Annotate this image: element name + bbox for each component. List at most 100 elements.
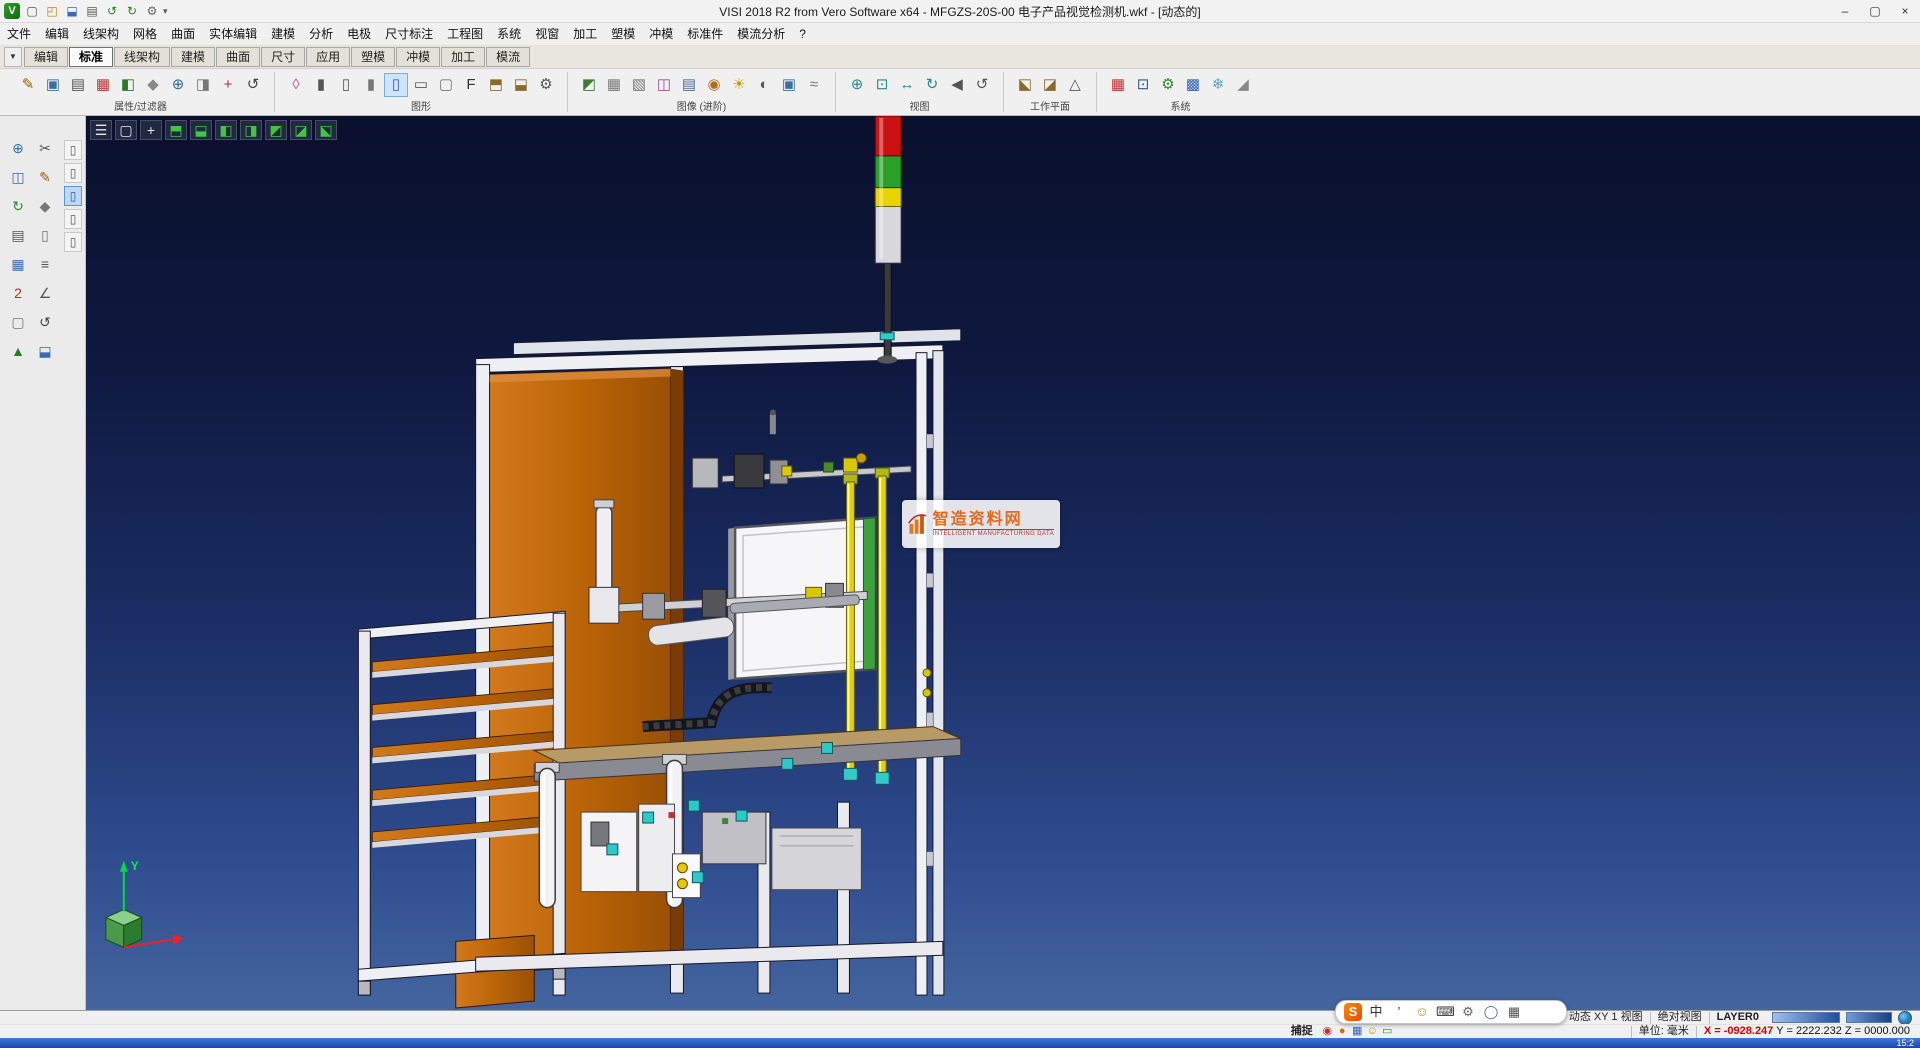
texture-icon[interactable]: ▤: [677, 73, 701, 97]
number-2-icon[interactable]: 2: [6, 281, 30, 305]
text-icon[interactable]: F: [459, 73, 483, 97]
matrix-icon[interactable]: ▩: [1181, 73, 1205, 97]
palette-grid-icon[interactable]: ▦: [1106, 73, 1130, 97]
arc-icon[interactable]: ▮: [359, 73, 383, 97]
snap-icon[interactable]: ◆: [33, 194, 57, 218]
ribbon-tab[interactable]: 编辑: [24, 47, 68, 67]
quick-select-icon[interactable]: ⊕: [166, 73, 190, 97]
mask-icon[interactable]: ◨: [191, 73, 215, 97]
view-cube-left-icon[interactable]: ◧: [215, 120, 237, 140]
close-button[interactable]: ×: [1890, 1, 1920, 22]
menu-item[interactable]: 塑模: [604, 23, 642, 45]
ime-lang-icon[interactable]: 中: [1367, 1003, 1385, 1021]
menu-item[interactable]: 文件: [0, 23, 38, 45]
menu-item[interactable]: 冲模: [642, 23, 680, 45]
ribbon-tab[interactable]: 标准: [69, 47, 113, 67]
grid-icon[interactable]: ▦: [6, 252, 30, 276]
open-file-icon[interactable]: ◰: [43, 2, 61, 20]
paint-icon[interactable]: +: [216, 73, 240, 97]
hidden-line-icon[interactable]: ▧: [627, 73, 651, 97]
menu-item[interactable]: 工程图: [440, 23, 490, 45]
ribbon-tab[interactable]: 加工: [441, 47, 485, 67]
redo-icon[interactable]: ↻: [123, 2, 141, 20]
print-icon[interactable]: ▤: [83, 2, 101, 20]
magnet-snap-icon[interactable]: ◆: [141, 73, 165, 97]
view-cube-iso1-icon[interactable]: ◩: [265, 120, 287, 140]
menu-item[interactable]: 网格: [126, 23, 164, 45]
measure-toggle-icon[interactable]: ▭: [1380, 1025, 1395, 1038]
menu-item[interactable]: 线架构: [76, 23, 126, 45]
chart-icon[interactable]: ▲: [6, 339, 30, 363]
menu-item[interactable]: 尺寸标注: [378, 23, 440, 45]
ribbon-tab[interactable]: 曲面: [216, 47, 260, 67]
menu-item[interactable]: ?: [792, 23, 813, 45]
clipboard-icon[interactable]: ▯: [64, 186, 82, 206]
rotate-view-icon[interactable]: ↻: [920, 73, 944, 97]
menu-item[interactable]: 实体编辑: [202, 23, 264, 45]
absolute-view-button[interactable]: 绝对视图: [1650, 1012, 1709, 1024]
ime-keyboard-icon[interactable]: ⌨: [1436, 1003, 1454, 1021]
snapshot-icon[interactable]: ▣: [777, 73, 801, 97]
snap-label[interactable]: 捕捉: [1284, 1026, 1320, 1038]
light-icon[interactable]: ☀: [727, 73, 751, 97]
zoom-icon[interactable]: ⊕: [6, 136, 30, 160]
element-filter-icon[interactable]: ◧: [116, 73, 140, 97]
draft-icon[interactable]: ◢: [1231, 73, 1255, 97]
undo-icon[interactable]: ↺: [33, 310, 57, 334]
box-icon[interactable]: ▢: [6, 310, 30, 334]
undo-icon[interactable]: ↺: [103, 2, 121, 20]
ribbon-tab[interactable]: 尺寸: [261, 47, 305, 67]
solid-cylinder-icon[interactable]: ⬓: [509, 73, 533, 97]
shade-icon[interactable]: ◩: [577, 73, 601, 97]
circle-icon[interactable]: ▯: [384, 73, 408, 97]
maximize-button[interactable]: ▢: [1860, 1, 1890, 22]
quickbar-dropdown-icon[interactable]: ▾: [163, 6, 168, 17]
ime-punct-icon[interactable]: ’: [1390, 1003, 1408, 1021]
view-cube-iso3-icon[interactable]: ⬕: [315, 120, 337, 140]
list-icon[interactable]: ≡: [33, 252, 57, 276]
view-axes-icon[interactable]: +: [140, 120, 162, 140]
highlight-color-bar[interactable]: [1846, 1012, 1892, 1023]
ribbon-tab[interactable]: 塑模: [351, 47, 395, 67]
ribbon-tab[interactable]: 建模: [171, 47, 215, 67]
menu-item[interactable]: 系统: [490, 23, 528, 45]
angle-icon[interactable]: ∠: [33, 281, 57, 305]
edit-icon[interactable]: ✎: [33, 165, 57, 189]
ime-tools-icon[interactable]: ⚙: [1459, 1003, 1477, 1021]
globe-icon[interactable]: [1898, 1011, 1912, 1025]
layers-icon[interactable]: ▤: [6, 223, 30, 247]
profile-icon[interactable]: ▢: [434, 73, 458, 97]
profile-toggle-icon[interactable]: ☺: [1365, 1025, 1380, 1038]
minimize-button[interactable]: –: [1830, 1, 1860, 22]
save-icon[interactable]: ⬓: [33, 339, 57, 363]
gear-icon[interactable]: ⚙: [534, 73, 558, 97]
ribbon-tab[interactable]: 应用: [306, 47, 350, 67]
ime-skin-icon[interactable]: ◯: [1482, 1003, 1500, 1021]
taskbar[interactable]: 15:2: [0, 1038, 1920, 1048]
wireframe-icon[interactable]: ▦: [602, 73, 626, 97]
tab-dropdown-icon[interactable]: ▼: [4, 47, 22, 67]
clipboard-icon[interactable]: ▯: [64, 232, 82, 252]
new-file-icon[interactable]: ▢: [23, 2, 41, 20]
point-icon[interactable]: ▮: [309, 73, 333, 97]
sheet-icon[interactable]: ▯: [33, 223, 57, 247]
menu-item[interactable]: 曲面: [164, 23, 202, 45]
solid-box-icon[interactable]: ⬒: [484, 73, 508, 97]
view-cube-top-icon[interactable]: ⬒: [165, 120, 187, 140]
ime-grid-icon[interactable]: ▦: [1505, 1003, 1523, 1021]
shadow-icon[interactable]: ◐: [752, 73, 776, 97]
view-plane-icon[interactable]: ▢: [115, 120, 137, 140]
color-filter-icon[interactable]: ▦: [91, 73, 115, 97]
zoom-window-icon[interactable]: ⊡: [870, 73, 894, 97]
line-icon[interactable]: ▯: [334, 73, 358, 97]
view-cube-front-icon[interactable]: ⬓: [190, 120, 212, 140]
render-toggle-icon[interactable]: ●: [1335, 1025, 1350, 1038]
view-cube-right-icon[interactable]: ◨: [240, 120, 262, 140]
workplane-3points-icon[interactable]: △: [1063, 73, 1087, 97]
menu-item[interactable]: 编辑: [38, 23, 76, 45]
match-properties-icon[interactable]: ▣: [41, 73, 65, 97]
menu-item[interactable]: 分析: [302, 23, 340, 45]
ime-emoji-icon[interactable]: ☺: [1413, 1003, 1431, 1021]
layer-filter-icon[interactable]: ▤: [66, 73, 90, 97]
pan-icon[interactable]: ↔: [895, 73, 919, 97]
